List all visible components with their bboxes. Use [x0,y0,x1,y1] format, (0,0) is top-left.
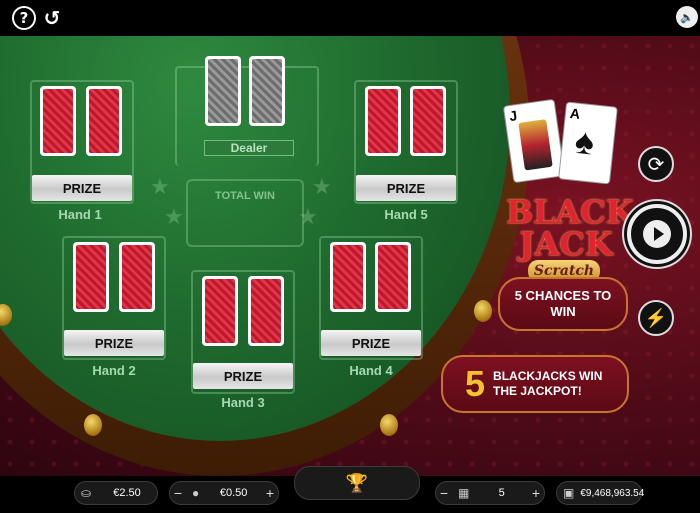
hand-3-card[interactable] [248,276,284,346]
speaker-icon[interactable]: 🔈 [676,6,698,28]
top-bar: ? ↺ 🔈 [0,0,700,36]
total-win-label: TOTAL WIN [215,190,275,202]
rail-stud [474,300,492,322]
cards-icon: ▦ [458,486,470,500]
rounds-value: 5 [498,487,505,499]
logo-title: BLACK JACK [506,193,634,263]
play-button[interactable] [627,204,687,264]
hand-5-card[interactable] [365,86,401,156]
refresh-icon: ⟳ [647,153,665,176]
hand-1-card[interactable] [86,86,122,156]
spade-icon: ♠ [573,119,597,163]
play-icon [643,220,671,248]
help-icon[interactable]: ? [12,6,36,30]
game-stage: Dealer ★ ★ ★ ★ TOTAL WIN PRIZE Hand 1 PR… [0,36,700,476]
refresh-button[interactable]: ⟳ [638,146,674,182]
hand-1-prize: PRIZE [32,175,132,201]
hand-2-prize: PRIZE [64,330,164,356]
hand-4-label: Hand 4 [349,363,393,378]
lightning-icon: ⚡ [644,307,668,328]
dealer-label: Dealer [204,140,294,156]
chances-badge: 5 CHANCES TO WIN [498,277,628,331]
hand-2-card[interactable] [73,242,109,312]
star-icon: ★ [312,174,332,199]
star-icon: ★ [164,204,184,229]
hand-4-card[interactable] [330,242,366,312]
wallet-icon: ▣ [563,486,575,500]
coin-value-control: − ● €0.50 + [169,481,279,505]
hand-4-card[interactable] [375,242,411,312]
rail-stud [84,414,102,436]
coin-plus-button[interactable]: + [262,485,278,501]
coin-value: €0.50 [219,487,248,499]
total-win-box: TOTAL WIN [186,179,304,247]
turbo-button[interactable]: ⚡ [638,300,674,336]
bottom-bar: ⛀ €2.50 − ● €0.50 + 🏆 − ▦ 5 + ▣ €9,468,963… [0,466,700,513]
hand-2-card[interactable] [119,242,155,312]
dealer-card[interactable] [205,56,241,126]
blackjack-scratch-logo: J A ♠ BLACK JACK Scratch [500,72,634,292]
chips-icon: ⛀ [81,486,92,500]
hand-3-prize: PRIZE [193,363,293,389]
bet-display: ⛀ €2.50 [74,481,158,505]
trophy-button[interactable]: 🏆 [294,466,420,500]
balance-display: ▣ €9,468,963.54 [556,481,644,505]
history-icon[interactable]: ↺ [40,6,64,30]
hand-3-label: Hand 3 [221,395,265,410]
coin-icon: ● [192,486,200,500]
hand-1-card[interactable] [40,86,76,156]
hand-3-card[interactable] [202,276,238,346]
rounds-minus-button[interactable]: − [436,485,452,501]
jackpot-badge: 5 BLACKJACKS WIN THE JACKPOT! [441,355,629,413]
jack-card: J [502,98,566,184]
rounds-control: − ▦ 5 + [435,481,545,505]
coin-minus-button[interactable]: − [170,485,186,501]
star-icon: ★ [150,174,170,199]
rounds-plus-button[interactable]: + [528,485,544,501]
hand-2-label: Hand 2 [92,363,136,378]
dealer-card[interactable] [249,56,285,126]
hand-5-label: Hand 5 [384,207,428,222]
hand-1-label: Hand 1 [58,207,102,222]
trophy-icon: 🏆 [345,472,369,493]
hand-5-prize: PRIZE [356,175,456,201]
hand-5-card[interactable] [410,86,446,156]
hand-4-prize: PRIZE [321,330,421,356]
ace-card: A ♠ [558,101,618,185]
rail-stud [380,414,398,436]
